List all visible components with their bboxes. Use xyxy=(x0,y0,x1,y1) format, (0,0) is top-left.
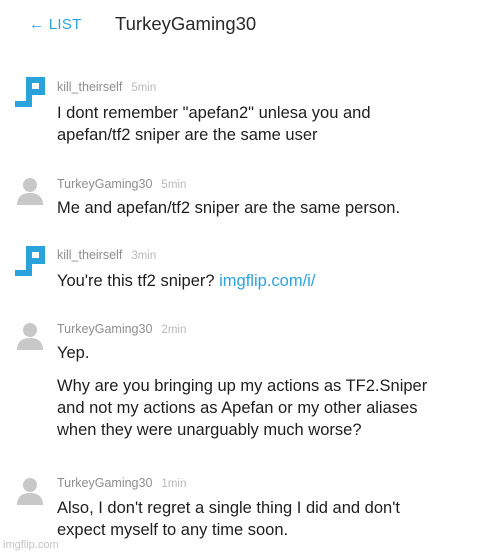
message-item: kill_theirself 5min I dont remember "apef… xyxy=(0,74,500,152)
back-to-list-link[interactable]: ← LIST xyxy=(29,16,82,33)
default-person-avatar-icon[interactable] xyxy=(14,474,46,506)
message-item: TurkeyGaming30 2min Yep. Why are you brin… xyxy=(0,318,500,448)
timestamp: 5min xyxy=(161,179,187,191)
message-line: apefan/tf2 sniper are the same user xyxy=(57,126,318,144)
message-text: You're this tf2 sniper? imgflip.com/i/ xyxy=(57,270,487,292)
image-link[interactable]: imgflip.com/i/ xyxy=(219,272,315,290)
imgflip-logo-avatar-icon[interactable] xyxy=(14,76,46,108)
message-line: and not my actions as Apefan or my other… xyxy=(57,399,418,417)
message-line: I dont remember "apefan2" unlesa you and xyxy=(57,104,371,122)
message-line: when they were unarguably much worse? xyxy=(57,421,362,439)
conversation-title: TurkeyGaming30 xyxy=(115,13,257,34)
message-line: Yep. xyxy=(57,344,90,362)
timestamp: 2min xyxy=(161,324,187,336)
username-link[interactable]: kill_theirself xyxy=(57,248,122,262)
message-item: TurkeyGaming30 5min Me and apefan/tf2 sni… xyxy=(0,173,500,225)
message-text: I dont remember "apefan2" unlesa you and… xyxy=(57,102,487,146)
header-bar: ← LIST TurkeyGaming30 xyxy=(0,0,500,50)
imgflip-logo-avatar-icon[interactable] xyxy=(14,245,46,277)
username-link[interactable]: kill_theirself xyxy=(57,80,122,94)
message-text: Also, I don't regret a single thing I di… xyxy=(57,497,487,541)
message-item: kill_theirself 3min You're this tf2 snipe… xyxy=(0,243,500,295)
watermark: imgflip.com xyxy=(3,539,59,551)
message-meta: TurkeyGaming30 2min xyxy=(57,322,186,336)
message-meta: TurkeyGaming30 1min xyxy=(57,476,186,490)
message-line: Me and apefan/tf2 sniper are the same pe… xyxy=(57,199,401,217)
message-line: Also, I don't regret a single thing I di… xyxy=(57,499,400,517)
timestamp: 5min xyxy=(131,82,157,94)
message-text: Me and apefan/tf2 sniper are the same pe… xyxy=(57,197,487,219)
message-meta: kill_theirself 5min xyxy=(57,80,156,94)
message-meta: kill_theirself 3min xyxy=(57,248,156,262)
message-line: Why are you bringing up my actions as TF… xyxy=(57,377,428,395)
message-line: expect myself to any time soon. xyxy=(57,521,289,539)
timestamp: 3min xyxy=(131,250,157,262)
message-text: Why are you bringing up my actions as TF… xyxy=(57,375,487,441)
timestamp: 1min xyxy=(161,478,187,490)
message-text: Yep. xyxy=(57,342,487,364)
message-line: You're this tf2 sniper? xyxy=(57,272,220,290)
username-link[interactable]: TurkeyGaming30 xyxy=(57,322,152,336)
username-link[interactable]: TurkeyGaming30 xyxy=(57,476,152,490)
message-meta: TurkeyGaming30 5min xyxy=(57,177,186,191)
message-item: TurkeyGaming30 1min Also, I don't regret … xyxy=(0,473,500,545)
username-link[interactable]: TurkeyGaming30 xyxy=(57,177,152,191)
default-person-avatar-icon[interactable] xyxy=(14,319,46,351)
default-person-avatar-icon[interactable] xyxy=(14,174,46,206)
